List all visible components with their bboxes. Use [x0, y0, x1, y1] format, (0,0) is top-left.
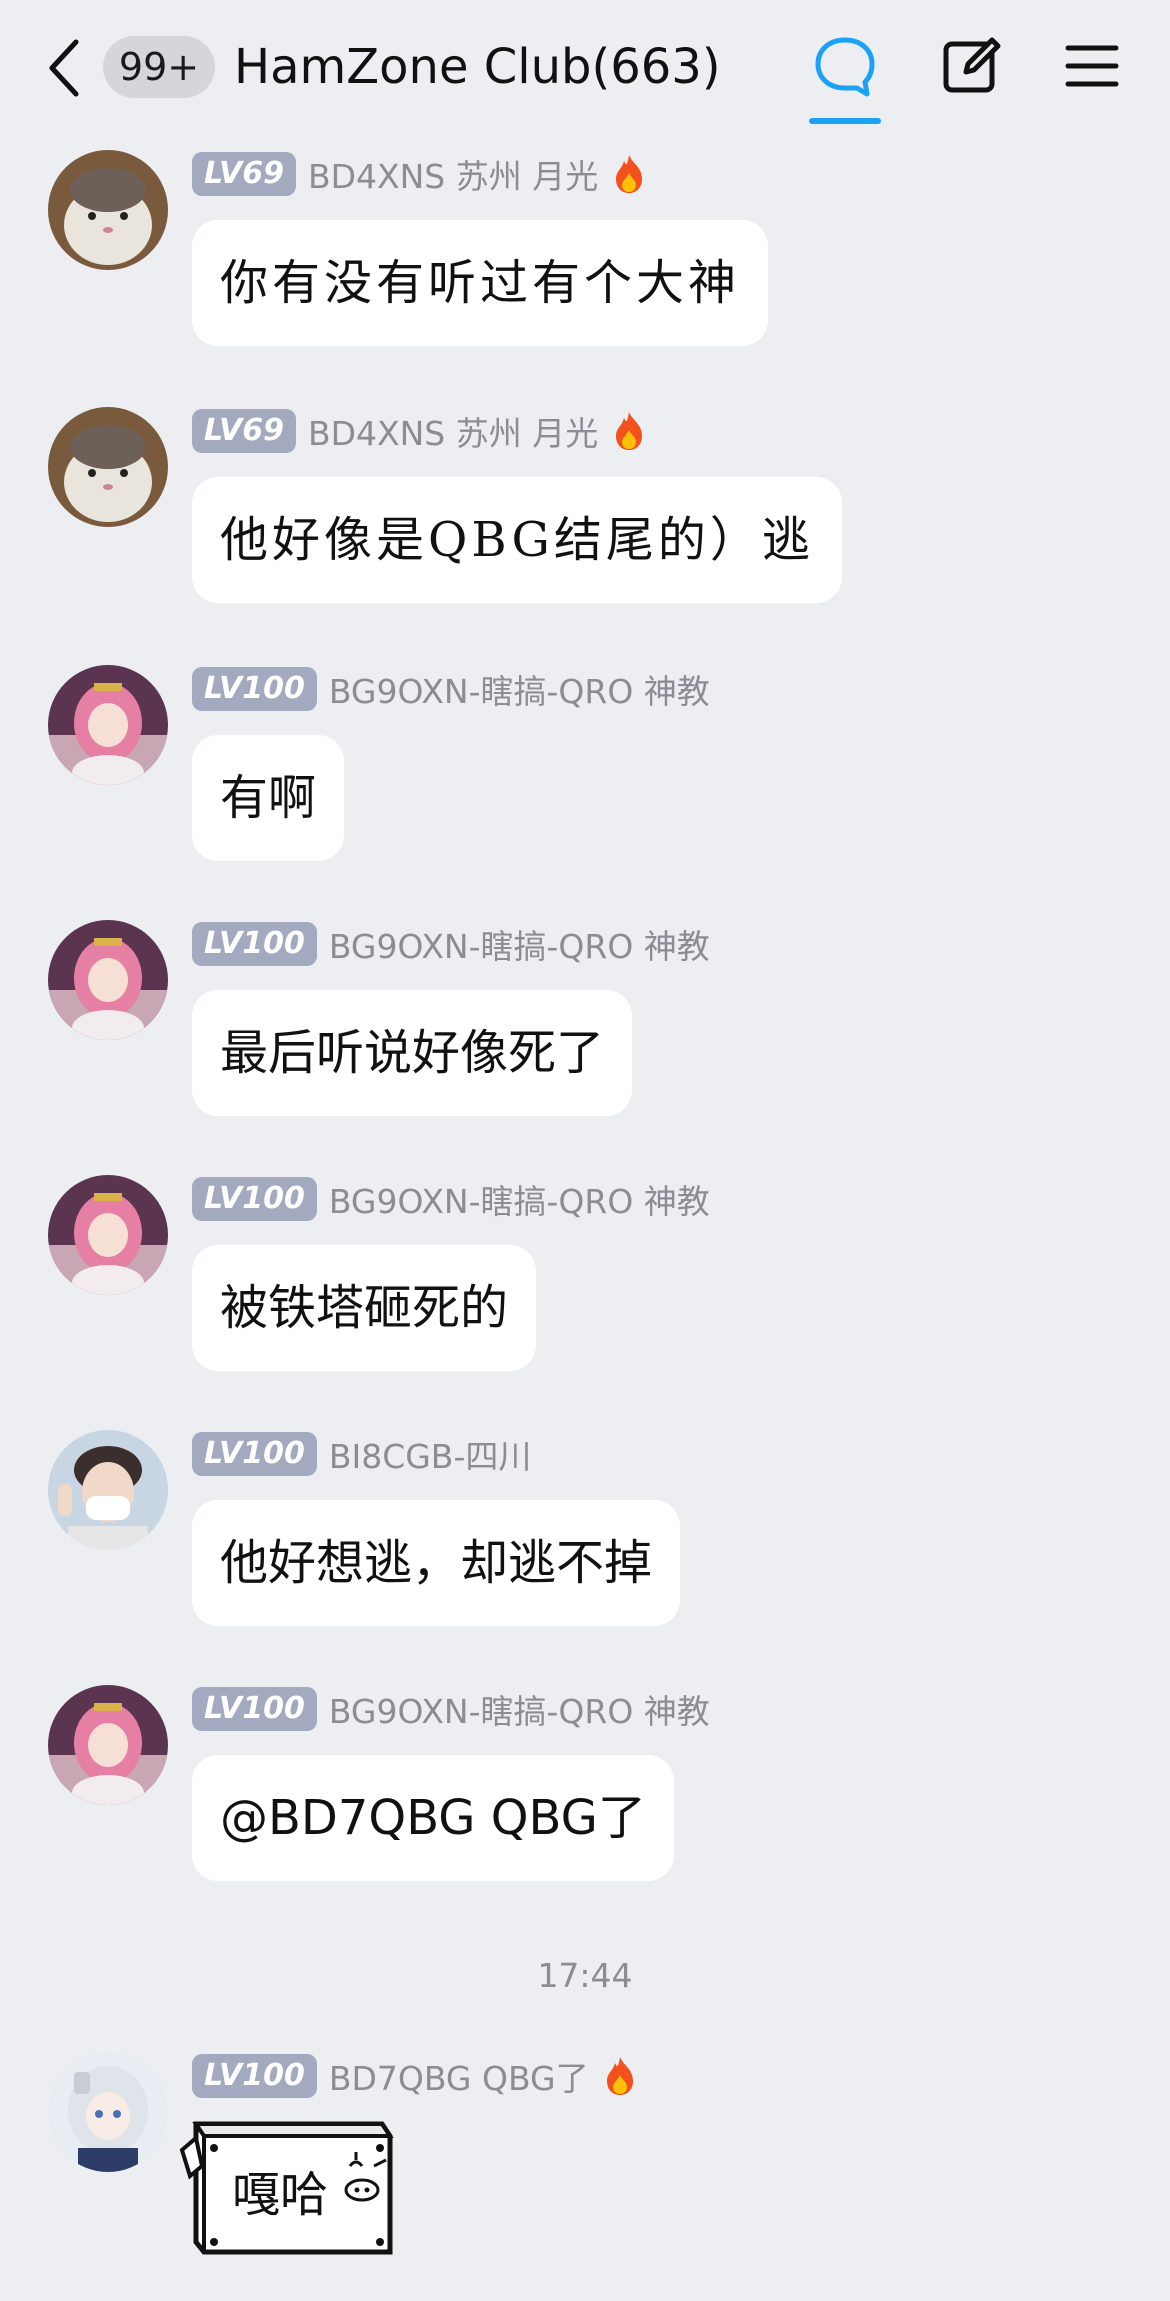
white-hair-girl-avatar[interactable] [48, 2052, 168, 2172]
anime-girl-avatar[interactable] [48, 665, 168, 785]
sender-name[interactable]: BG9OXN-瞎搞-QRO 神教 [329, 920, 710, 968]
fire-icon [606, 2057, 633, 2095]
sender-meta: LV69 BD4XNS 苏州 月光 [192, 150, 646, 198]
menu-icon[interactable] [1060, 34, 1124, 98]
fire-icon [616, 155, 643, 193]
group-title[interactable]: HamZone Club(663) [234, 32, 721, 102]
anime-girl-avatar[interactable] [48, 1175, 168, 1295]
message-bubble[interactable]: 他好想逃，却逃不掉 [192, 1500, 681, 1626]
message-bubble[interactable]: 他好像是QBG结尾的）逃 [192, 477, 842, 603]
message-bubble[interactable]: @BD7QBG QBG了 [192, 1755, 674, 1881]
chat-header: 99+ HamZone Club(663) [0, 0, 1170, 130]
sender-name[interactable]: BD7QBG QBG了 [329, 2052, 589, 2100]
message-bubble[interactable]: 被铁塔砸死的 [192, 1245, 537, 1371]
level-badge: LV69 [192, 152, 296, 196]
sender-name[interactable]: BD4XNS 苏州 月光 [308, 150, 598, 198]
sender-meta: LV100 BG9OXN-瞎搞-QRO 神教 [192, 1175, 710, 1223]
sender-name[interactable]: BD4XNS 苏州 月光 [308, 407, 598, 455]
level-badge: LV100 [192, 1177, 317, 1221]
level-badge: LV69 [192, 409, 296, 453]
message-bubble[interactable]: 有啊 [192, 735, 345, 861]
anime-girl-avatar[interactable] [48, 1685, 168, 1805]
sender-name[interactable]: BG9OXN-瞎搞-QRO 神教 [329, 1175, 710, 1223]
level-badge: LV100 [192, 667, 317, 711]
sender-name[interactable]: BG9OXN-瞎搞-QRO 神教 [329, 1685, 710, 1733]
sender-meta: LV100 BG9OXN-瞎搞-QRO 神教 [192, 1685, 710, 1733]
cat-avatar[interactable] [48, 407, 168, 527]
cat-avatar[interactable] [48, 150, 168, 270]
sender-meta: LV100 BG9OXN-瞎搞-QRO 神教 [192, 665, 710, 713]
sender-meta: LV69 BD4XNS 苏州 月光 [192, 407, 646, 455]
message-bubble[interactable]: 最后听说好像死了 [192, 990, 633, 1116]
masked-boy-avatar[interactable] [48, 1430, 168, 1550]
fire-icon [616, 412, 643, 450]
active-tab-indicator [809, 118, 881, 124]
sender-meta: LV100 BD7QBG QBG了 [192, 2052, 637, 2100]
chat-bubble-icon[interactable] [813, 34, 877, 98]
timestamp: 17:44 [537, 1956, 633, 1995]
compose-icon[interactable] [940, 34, 1004, 98]
level-badge: LV100 [192, 922, 317, 966]
level-badge: LV100 [192, 1432, 317, 1476]
sticker-text: 嘎哈 [232, 2167, 329, 2223]
sender-meta: LV100 BG9OXN-瞎搞-QRO 神教 [192, 920, 710, 968]
level-badge: LV100 [192, 2054, 317, 2098]
sender-name[interactable]: BI8CGB-四川 [329, 1430, 532, 1478]
message-bubble[interactable]: 你有没有听过有个大神 [192, 220, 769, 346]
sender-name[interactable]: BG9OXN-瞎搞-QRO 神教 [329, 665, 710, 713]
back-chevron-icon[interactable] [44, 38, 84, 98]
anime-girl-avatar[interactable] [48, 920, 168, 1040]
sender-meta: LV100 BI8CGB-四川 [192, 1430, 531, 1478]
level-badge: LV100 [192, 1687, 317, 1731]
unread-badge[interactable]: 99+ [103, 36, 215, 98]
